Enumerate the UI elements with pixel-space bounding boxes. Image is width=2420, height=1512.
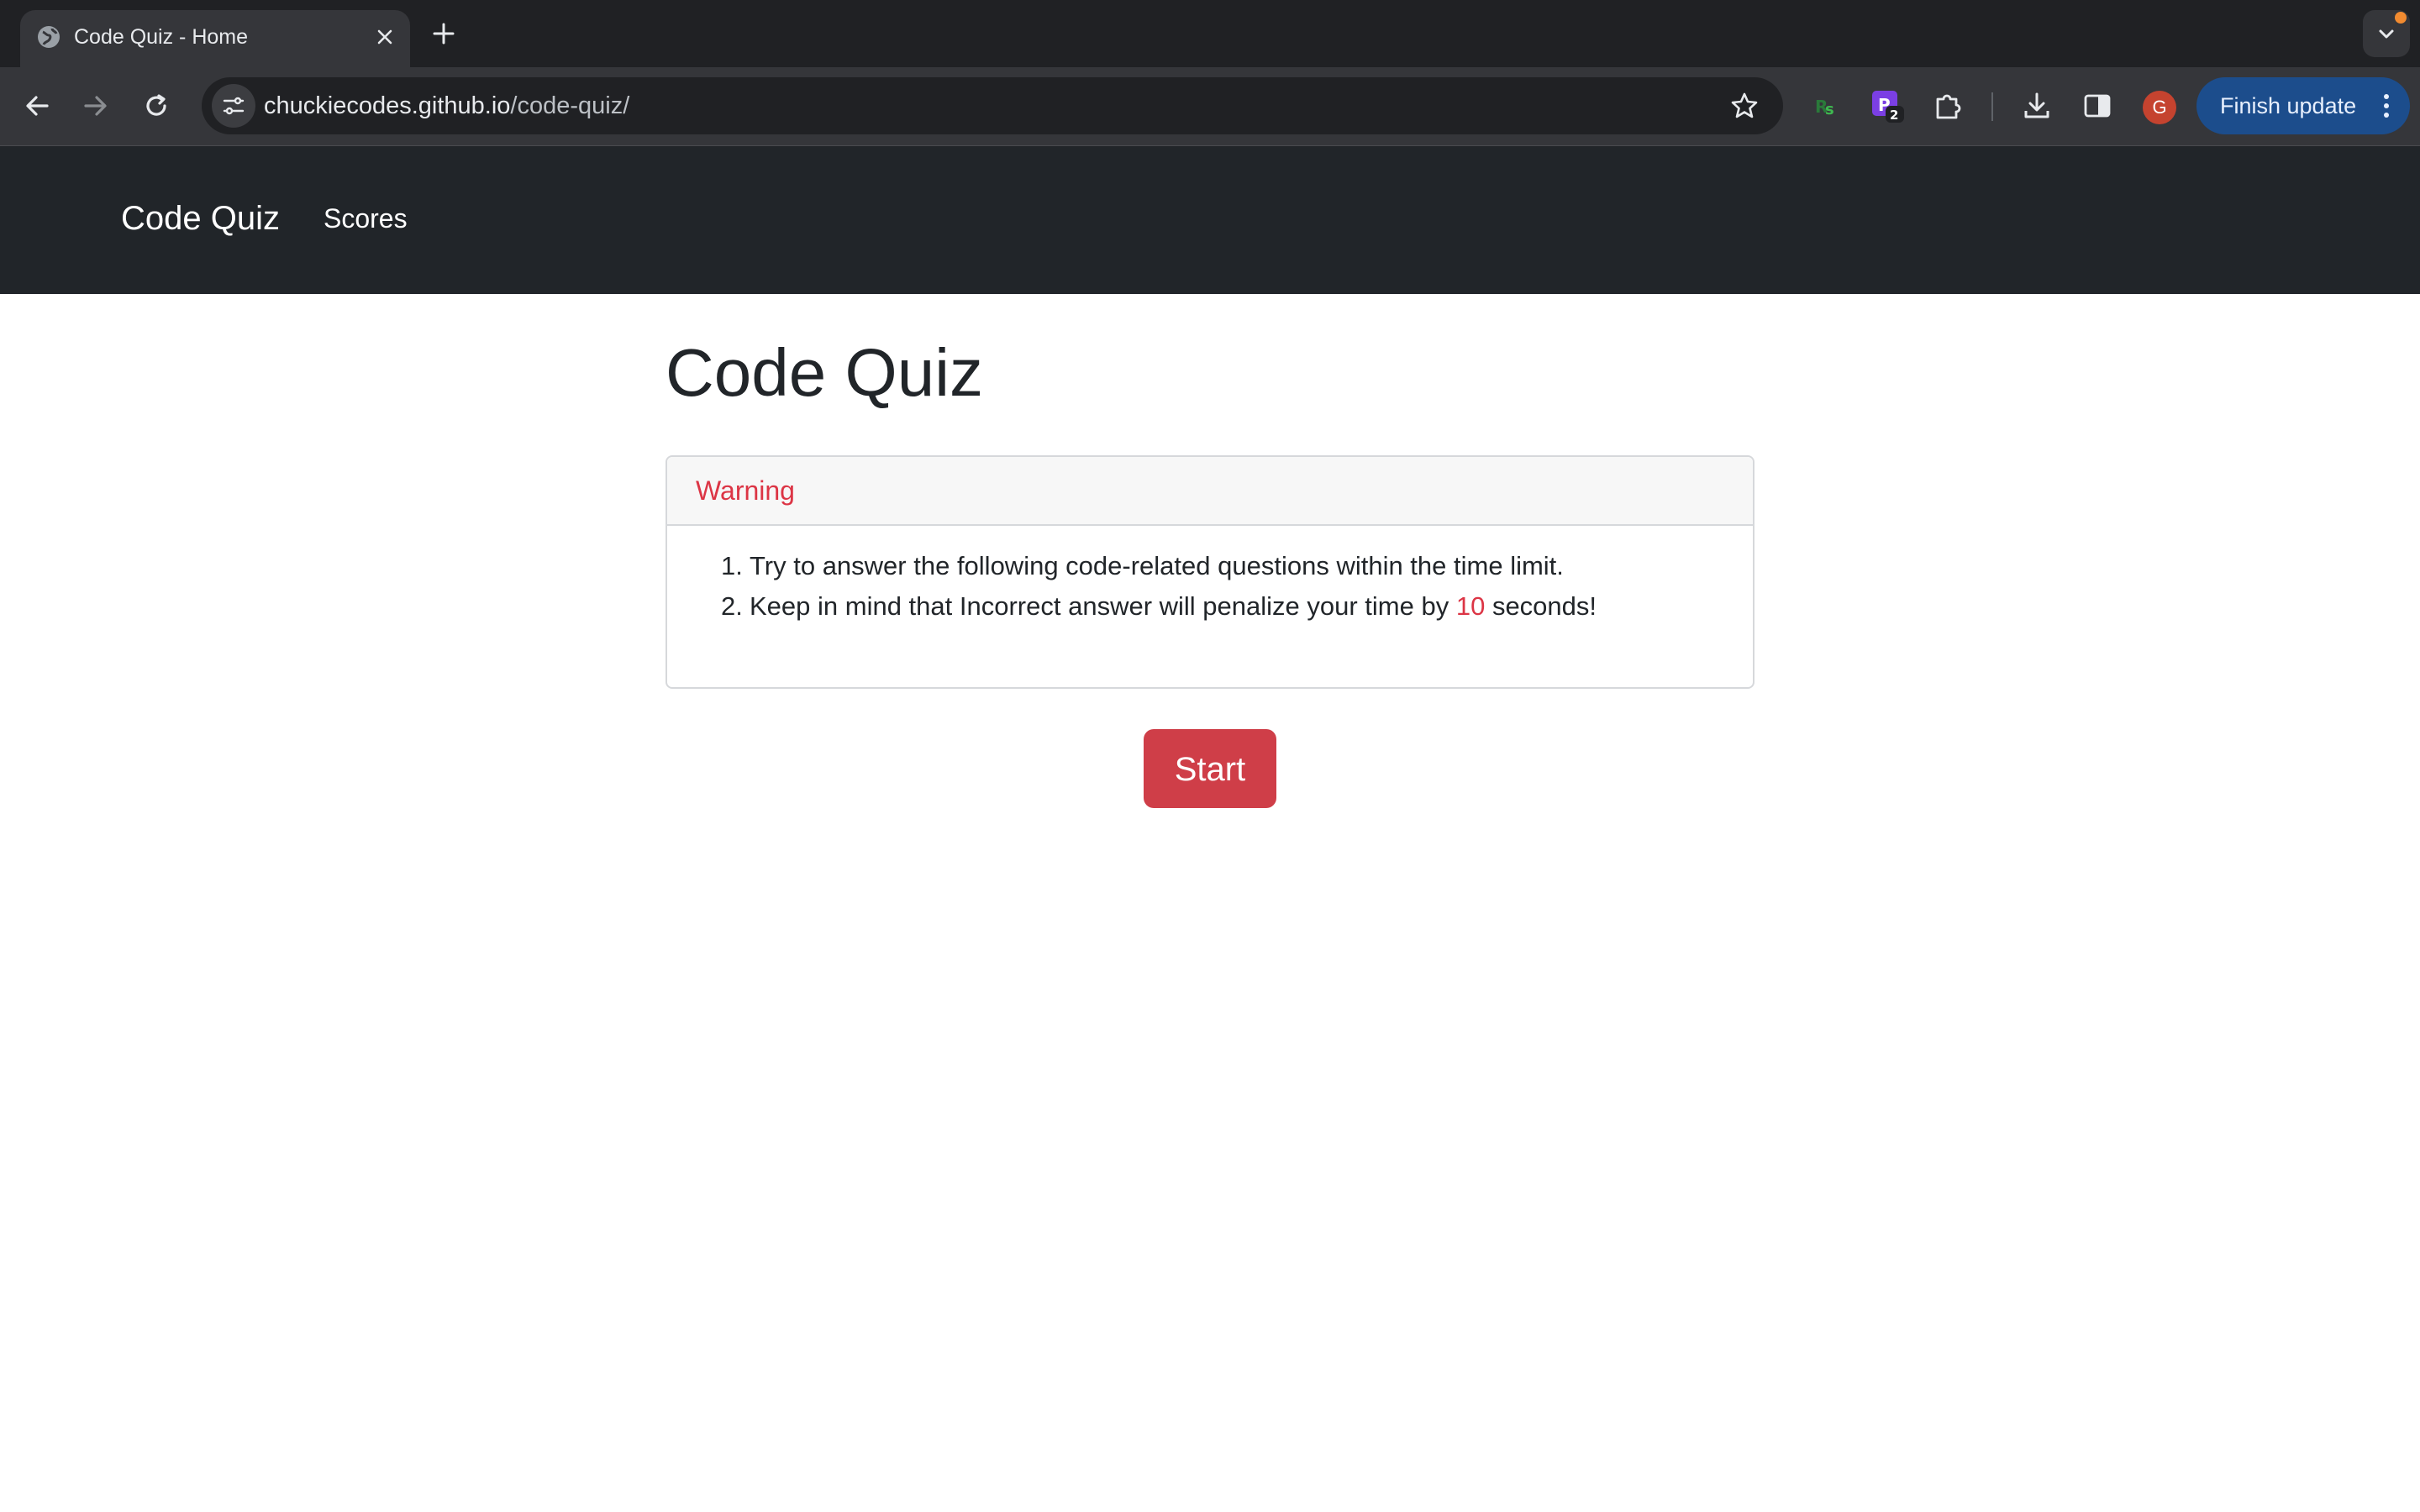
globe-icon bbox=[38, 26, 60, 48]
page-title: Code Quiz bbox=[666, 335, 983, 410]
card-header: Warning bbox=[667, 457, 1753, 526]
tab-title: Code Quiz - Home bbox=[74, 25, 249, 49]
rule-text: Keep in mind that Incorrect answer will … bbox=[750, 591, 1456, 621]
address-bar[interactable]: chuckiecodes.github.io/code-quiz/ bbox=[202, 77, 1783, 134]
extension-badge: 2 bbox=[1890, 108, 1898, 123]
browser-tab[interactable]: Code Quiz - Home bbox=[20, 10, 410, 67]
rule-text-suffix: seconds! bbox=[1485, 591, 1597, 621]
warning-heading: Warning bbox=[696, 475, 795, 506]
rule-number: 2. bbox=[721, 591, 743, 621]
reload-icon[interactable] bbox=[138, 87, 175, 124]
browser-tab-strip: Code Quiz - Home bbox=[0, 0, 2420, 67]
start-button[interactable]: Start bbox=[1144, 729, 1276, 808]
forward-icon[interactable] bbox=[77, 87, 114, 124]
site-navbar: Code Quiz Scores bbox=[0, 146, 2420, 294]
url-host: chuckiecodes.github.io bbox=[264, 92, 511, 119]
puzzle-icon[interactable] bbox=[1931, 89, 1965, 123]
warning-card: Warning 1. Try to answer the following co… bbox=[666, 455, 1754, 689]
bookmark-star-icon[interactable] bbox=[1728, 89, 1761, 123]
toolbar-divider bbox=[1991, 92, 1993, 121]
tune-icon bbox=[223, 97, 245, 115]
notification-dot bbox=[2395, 12, 2407, 24]
side-panel-icon[interactable] bbox=[2081, 89, 2114, 123]
chevron-down-icon bbox=[2379, 29, 2394, 39]
more-vert-icon bbox=[2384, 94, 2389, 118]
rule-item: 2. Keep in mind that Incorrect answer wil… bbox=[721, 588, 1597, 625]
back-icon[interactable] bbox=[18, 87, 55, 124]
navbar-brand[interactable]: Code Quiz bbox=[121, 195, 280, 242]
rule-item: 1. Try to answer the following code-relat… bbox=[721, 548, 1564, 585]
svg-text:s: s bbox=[1825, 101, 1834, 118]
rule-text: Try to answer the following code-related… bbox=[750, 551, 1564, 580]
extension-p-icon[interactable]: P 2 bbox=[1870, 89, 1904, 123]
penalty-seconds: 10 bbox=[1455, 591, 1486, 621]
site-info-button[interactable] bbox=[212, 84, 255, 128]
finish-update-label: Finish update bbox=[2220, 93, 2357, 118]
nav-link-scores[interactable]: Scores bbox=[324, 198, 408, 239]
p-extension-icon: P 2 bbox=[1872, 91, 1904, 123]
browser-toolbar: chuckiecodes.github.io/code-quiz/ R s P … bbox=[0, 67, 2420, 146]
rule-number: 1. bbox=[721, 551, 743, 580]
close-icon[interactable] bbox=[371, 24, 398, 50]
finish-update-button[interactable]: Finish update bbox=[2196, 77, 2410, 134]
new-tab-icon[interactable] bbox=[427, 17, 460, 50]
download-icon[interactable] bbox=[2020, 89, 2054, 123]
tab-search-button[interactable] bbox=[2363, 10, 2410, 57]
url-text[interactable]: chuckiecodes.github.io/code-quiz/ bbox=[264, 91, 629, 121]
profile-avatar[interactable]: G bbox=[2143, 91, 2176, 124]
url-path: /code-quiz/ bbox=[510, 92, 630, 119]
extension-rs-icon[interactable]: R s bbox=[1810, 89, 1844, 123]
